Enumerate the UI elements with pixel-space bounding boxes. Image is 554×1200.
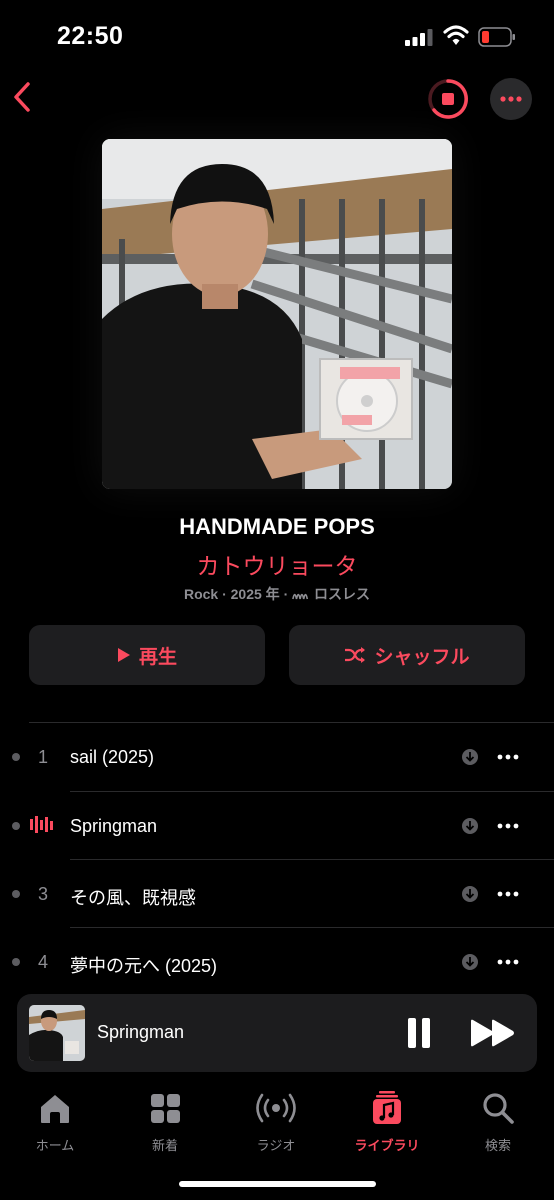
lossless-label: ロスレス	[314, 586, 371, 602]
ellipsis-icon[interactable]	[497, 959, 519, 965]
shuffle-icon	[345, 647, 366, 663]
grid-icon	[151, 1094, 180, 1123]
genre-year: Rock · 2025 年 ·	[183, 586, 289, 602]
tab-label: ホーム	[35, 1138, 75, 1153]
status-time: 22:50	[57, 22, 124, 50]
more-options-button[interactable]	[490, 78, 532, 120]
tab-label: ラジオ	[256, 1138, 296, 1153]
downloaded-icon	[462, 954, 478, 970]
tab-label: 検索	[484, 1138, 511, 1153]
ellipsis-icon	[500, 96, 522, 102]
now-playing-title: Springman	[97, 1022, 185, 1042]
tab-label: 新着	[151, 1138, 178, 1153]
tab-label: ライブラリ	[354, 1138, 420, 1153]
tab-search[interactable]: 検索	[448, 1090, 548, 1154]
mini-player-artwork	[29, 1005, 85, 1061]
download-stop-button[interactable]	[427, 78, 469, 120]
home-icon	[41, 1095, 69, 1123]
ellipsis-icon[interactable]	[497, 891, 519, 897]
album-artwork	[102, 139, 452, 489]
downloaded-icon	[462, 749, 478, 765]
pause-button[interactable]	[405, 1017, 433, 1049]
cellular-signal-icon	[405, 29, 433, 46]
ellipsis-icon[interactable]	[497, 754, 519, 760]
battery-icon	[478, 27, 515, 47]
play-icon	[117, 648, 130, 662]
now-playing-icon	[30, 816, 53, 833]
downloaded-icon	[462, 818, 478, 834]
track-row[interactable]: 1 sail (2025)	[0, 723, 554, 791]
mini-player[interactable]	[17, 994, 537, 1072]
tab-radio[interactable]: ラジオ	[226, 1090, 326, 1154]
wifi-icon	[443, 25, 469, 45]
back-button[interactable]	[10, 80, 36, 114]
track-row[interactable]: Springman	[0, 792, 554, 859]
track-title: その風、既視感	[70, 888, 196, 908]
track-dot	[12, 890, 20, 898]
search-icon	[483, 1093, 514, 1124]
tab-library[interactable]: ライブラリ	[337, 1090, 437, 1154]
track-row[interactable]: 4 夢中の元へ (2025)	[0, 928, 554, 995]
ellipsis-icon[interactable]	[497, 823, 519, 829]
track-title: 夢中の元へ (2025)	[70, 956, 218, 976]
track-dot	[12, 822, 20, 830]
track-dot	[12, 958, 20, 966]
tab-new[interactable]: 新着	[115, 1090, 215, 1154]
downloaded-icon	[462, 886, 478, 902]
radio-icon	[256, 1093, 296, 1123]
track-row[interactable]: 3 その風、既視感	[0, 860, 554, 927]
track-title: sail (2025)	[70, 747, 155, 767]
shuffle-button[interactable]: シャッフル	[289, 625, 525, 685]
skip-forward-button[interactable]	[470, 1019, 516, 1047]
lossless-icon	[292, 593, 309, 599]
track-dot	[12, 753, 20, 761]
album-artist[interactable]: カトウリョータ	[0, 547, 554, 581]
track-number: 3	[37, 884, 48, 904]
tab-home[interactable]: ホーム	[5, 1090, 105, 1154]
library-icon	[373, 1091, 401, 1124]
home-indicator	[179, 1181, 376, 1187]
album-title: HANDMADE POPS	[179, 514, 375, 539]
play-button[interactable]: 再生	[29, 625, 265, 685]
track-number: 1	[37, 747, 48, 767]
track-number: 4	[37, 952, 48, 972]
play-label: 再生	[138, 646, 177, 668]
shuffle-label: シャッフル	[374, 646, 470, 668]
track-title: Springman	[70, 816, 158, 836]
album-meta: Rock · 2025 年 · ロスレス	[0, 584, 554, 604]
